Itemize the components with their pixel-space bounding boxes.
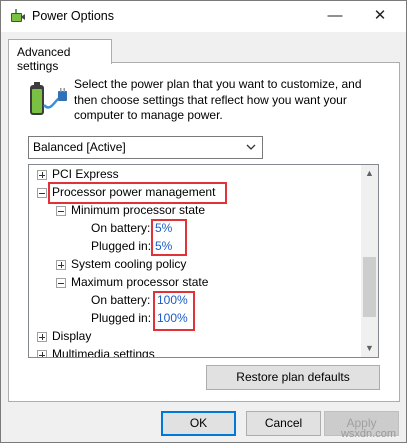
power-plan-value: Balanced [Active] (33, 140, 126, 154)
max-on-battery-row: On battery: 100% (91, 292, 188, 309)
expand-icon[interactable] (56, 260, 66, 270)
power-options-app-icon (11, 9, 25, 22)
scroll-down-icon[interactable]: ▼ (361, 340, 378, 357)
expand-icon[interactable] (37, 332, 47, 342)
close-button[interactable]: ✕ (363, 3, 397, 29)
settings-tree[interactable]: PCI Express Processor power management M… (28, 164, 379, 358)
collapse-icon[interactable] (37, 188, 47, 198)
scroll-up-icon[interactable]: ▲ (361, 165, 378, 182)
watermark: wsxdn.com (340, 428, 396, 440)
setting-label: On battery: (91, 293, 151, 307)
setting-label: Plugged in: (91, 239, 152, 253)
min-on-battery-row: On battery: 5% (91, 220, 172, 237)
cancel-button[interactable]: Cancel (246, 411, 321, 436)
tree-scrollbar[interactable]: ▲ ▼ (361, 165, 378, 357)
tree-item-label: Display (52, 329, 92, 343)
setting-label: On battery: (91, 221, 151, 235)
highlight-maximum-values (153, 291, 195, 331)
tree-item-label: Multimedia settings (52, 347, 155, 358)
chevron-down-icon (246, 144, 256, 150)
tab-label: Advanced settings (17, 45, 71, 73)
setting-label: Plugged in: (91, 311, 152, 325)
close-icon: ✕ (373, 7, 387, 24)
max-plugged-in-row: Plugged in: 100% (91, 310, 188, 327)
expand-icon[interactable] (37, 350, 47, 357)
collapse-icon[interactable] (56, 206, 66, 216)
tree-item-label: Maximum processor state (71, 275, 209, 289)
title-bar: Power Options — ✕ (1, 1, 406, 32)
tab-advanced-settings[interactable]: Advanced settings (8, 39, 112, 73)
window-title: Power Options (32, 9, 114, 23)
collapse-icon[interactable] (56, 278, 66, 288)
plan-description: Select the power plan that you want to c… (74, 77, 362, 122)
power-plan-select[interactable]: Balanced [Active] (28, 136, 263, 159)
restore-plan-defaults-button[interactable]: Restore plan defaults (206, 365, 380, 390)
tree-item-label: System cooling policy (71, 257, 187, 271)
highlight-minimum-values (151, 219, 187, 256)
ok-button[interactable]: OK (161, 411, 236, 436)
power-options-window: Power Options — ✕ Advanced settings Sele… (0, 0, 407, 443)
battery-plug-icon (30, 82, 67, 115)
highlight-processor-power-management (48, 182, 227, 204)
minimize-icon: — (327, 7, 343, 24)
min-plugged-in-row: Plugged in: 5% (91, 238, 172, 255)
expand-icon[interactable] (37, 170, 47, 180)
minimize-button[interactable]: — (318, 3, 352, 29)
scroll-thumb[interactable] (363, 257, 376, 317)
tree-item-label: PCI Express (52, 167, 119, 181)
tree-item-label: Minimum processor state (71, 203, 206, 217)
